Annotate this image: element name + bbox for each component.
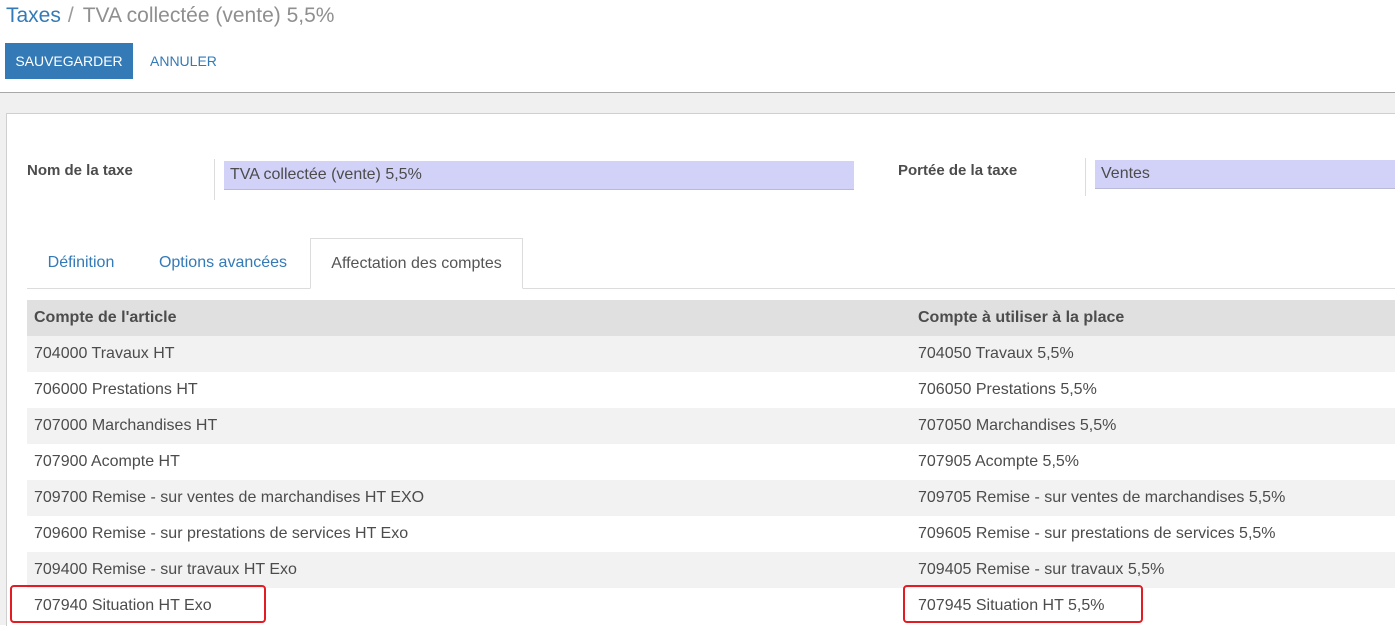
field-separator xyxy=(1085,158,1086,196)
tab-advanced-options[interactable]: Options avancées xyxy=(137,238,309,288)
breadcrumb-separator: / xyxy=(67,4,74,27)
table-row[interactable]: 704000 Travaux HT 704050 Travaux 5,5% xyxy=(27,336,1395,372)
notebook-tabs: Définition Options avancées Affectation … xyxy=(27,238,1395,289)
destination-account-cell[interactable]: 709405 Remise - sur travaux 5,5% xyxy=(911,552,1395,588)
destination-account-cell[interactable]: 706050 Prestations 5,5% xyxy=(911,372,1395,408)
breadcrumb: Taxes / TVA collectée (vente) 5,5% xyxy=(6,4,334,28)
field-separator xyxy=(214,159,215,200)
source-account-cell[interactable]: 709400 Remise - sur travaux HT Exo xyxy=(27,552,911,588)
cancel-button[interactable]: ANNULER xyxy=(138,43,229,79)
column-header-destination-account[interactable]: Compte à utiliser à la place xyxy=(911,300,1395,336)
destination-account-cell[interactable]: 709605 Remise - sur prestations de servi… xyxy=(911,516,1395,552)
table-header-row: Compte de l'article Compte à utiliser à … xyxy=(27,300,1395,336)
destination-account-cell[interactable]: 707905 Acompte 5,5% xyxy=(911,444,1395,480)
source-account-cell[interactable]: 707940 Situation HT Exo xyxy=(27,588,911,624)
table-row[interactable]: 707940 Situation HT Exo 707945 Situation… xyxy=(27,588,1395,624)
table-row[interactable]: 706000 Prestations HT 706050 Prestations… xyxy=(27,372,1395,408)
source-account-cell[interactable]: 709700 Remise - sur ventes de marchandis… xyxy=(27,480,911,516)
control-panel: Taxes / TVA collectée (vente) 5,5% SAUVEGA… xyxy=(0,0,1395,93)
tax-name-label: Nom de la taxe xyxy=(27,162,133,179)
save-button[interactable]: SAUVEGARDER xyxy=(5,43,133,79)
breadcrumb-taxes-link[interactable]: Taxes xyxy=(6,4,61,27)
table-row[interactable]: 709700 Remise - sur ventes de marchandis… xyxy=(27,480,1395,516)
tab-account-mapping[interactable]: Affectation des comptes xyxy=(310,238,523,289)
destination-account-cell[interactable]: 707945 Situation HT 5,5% xyxy=(911,588,1395,624)
source-account-cell[interactable]: 707900 Acompte HT xyxy=(27,444,911,480)
account-mapping-grid: Compte de l'article Compte à utiliser à … xyxy=(27,300,1395,624)
source-account-cell[interactable]: 709600 Remise - sur prestations de servi… xyxy=(27,516,911,552)
source-account-cell[interactable]: 707000 Marchandises HT xyxy=(27,408,911,444)
account-mapping-table: Compte de l'article Compte à utiliser à … xyxy=(27,300,1395,624)
table-row[interactable]: 707900 Acompte HT 707905 Acompte 5,5% xyxy=(27,444,1395,480)
table-row[interactable]: 707000 Marchandises HT 707050 Marchandis… xyxy=(27,408,1395,444)
destination-account-cell[interactable]: 709705 Remise - sur ventes de marchandis… xyxy=(911,480,1395,516)
table-row[interactable]: 709600 Remise - sur prestations de servi… xyxy=(27,516,1395,552)
destination-account-cell[interactable]: 704050 Travaux 5,5% xyxy=(911,336,1395,372)
tab-definition[interactable]: Définition xyxy=(27,238,135,288)
source-account-cell[interactable]: 706000 Prestations HT xyxy=(27,372,911,408)
tax-scope-select[interactable]: Ventes xyxy=(1095,160,1395,189)
destination-account-cell[interactable]: 707050 Marchandises 5,5% xyxy=(911,408,1395,444)
breadcrumb-current: TVA collectée (vente) 5,5% xyxy=(82,4,335,27)
form-sheet: Nom de la taxe TVA collectée (vente) 5,5… xyxy=(6,113,1395,626)
tax-name-input[interactable]: TVA collectée (vente) 5,5% xyxy=(224,161,854,190)
tax-scope-label: Portée de la taxe xyxy=(898,162,1018,179)
column-header-source-account[interactable]: Compte de l'article xyxy=(27,300,911,336)
source-account-cell[interactable]: 704000 Travaux HT xyxy=(27,336,911,372)
table-row[interactable]: 709400 Remise - sur travaux HT Exo 70940… xyxy=(27,552,1395,588)
